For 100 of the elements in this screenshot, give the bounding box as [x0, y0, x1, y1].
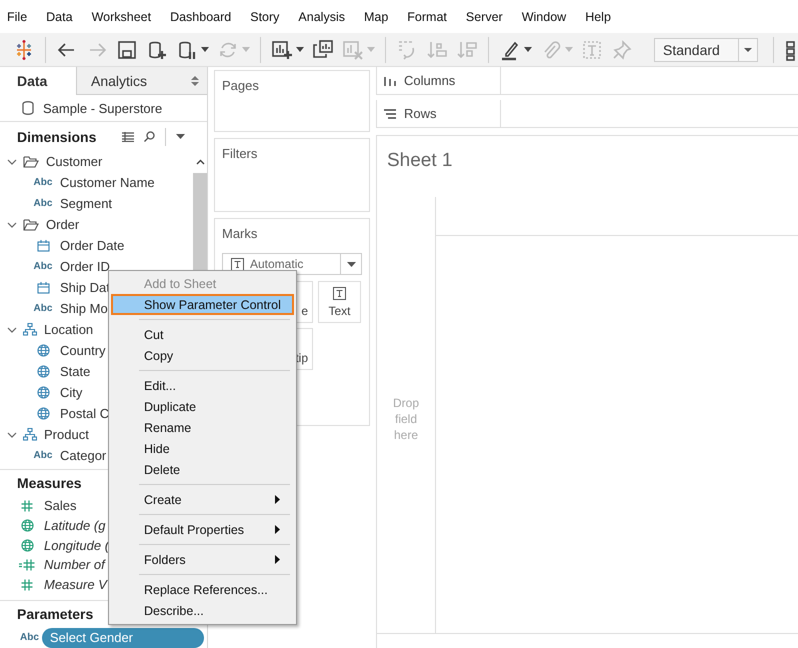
caret-icon: [367, 47, 375, 52]
chevron-icon[interactable]: [7, 156, 17, 166]
pin-icon: [611, 38, 633, 60]
menu-item[interactable]: Cut: [111, 324, 294, 345]
menu-item[interactable]: Describe...: [111, 600, 294, 621]
field-label: Postal C: [60, 406, 110, 421]
save-icon: [116, 38, 138, 60]
folder-row[interactable]: Order: [0, 214, 193, 235]
menu-item[interactable]: File: [0, 10, 34, 24]
database-plus-icon: [146, 38, 168, 60]
type-label: Abc: [34, 303, 52, 314]
calendar-icon: [36, 282, 50, 294]
fit-dropdown[interactable]: Standard: [654, 38, 758, 62]
field-label: Latitude (g: [44, 518, 106, 533]
hierarchy-icon: [23, 323, 37, 336]
type-label: Abc: [34, 198, 52, 209]
text-mark-icon: [333, 287, 346, 300]
field-label: Order Date: [60, 238, 124, 253]
menu-item[interactable]: Window: [514, 10, 574, 24]
field-label: Country: [60, 343, 106, 358]
rows-icon: [384, 108, 396, 118]
search-icon[interactable]: [144, 131, 156, 142]
globe-icon: [20, 519, 34, 532]
menu-item[interactable]: Copy: [111, 345, 294, 366]
folder-row[interactable]: Customer: [0, 151, 193, 172]
menu-item[interactable]: Data: [39, 10, 80, 24]
menu-item[interactable]: Replace References...: [111, 579, 294, 600]
card-title: Filters: [222, 146, 258, 161]
section-title: Parameters: [17, 606, 94, 622]
field-label: State: [60, 364, 90, 379]
database-pause-icon: [176, 38, 198, 60]
menu-item[interactable]: Dashboard: [163, 10, 238, 24]
menu-item[interactable]: Format: [400, 10, 454, 24]
field-row[interactable]: Abc Segment: [0, 193, 193, 214]
chevron-icon[interactable]: [7, 430, 17, 440]
folder-icon: [23, 218, 39, 230]
field-row[interactable]: Abc Customer Name: [0, 172, 193, 193]
menu-item[interactable]: Rename: [111, 417, 294, 438]
menu-item[interactable]: Show Parameter Control: [111, 294, 294, 315]
folder-label: Order: [46, 217, 80, 232]
label-box-icon: [581, 38, 603, 60]
globe-icon: [36, 386, 50, 399]
shelf-label: Rows: [404, 106, 437, 121]
field-label: Order ID: [60, 259, 110, 274]
caret-icon: [524, 47, 532, 52]
field-label: Segment: [60, 196, 112, 211]
caret-icon: [242, 47, 250, 52]
scroll-up-icon[interactable]: [196, 159, 204, 165]
field-label: Measure V: [44, 577, 107, 592]
menu-item[interactable]: Default Properties: [111, 519, 294, 540]
menu-item[interactable]: Create: [111, 489, 294, 510]
menu-item[interactable]: Story: [243, 10, 286, 24]
menu-item[interactable]: Folders: [111, 549, 294, 570]
drop-hint: Drop field here: [392, 395, 420, 443]
menu-item[interactable]: Worksheet: [84, 10, 158, 24]
up-down-icon[interactable]: [191, 76, 199, 86]
list-view-icon[interactable]: [122, 132, 134, 142]
folder-icon: [23, 156, 39, 168]
calculated-hash-icon: [19, 558, 35, 571]
menu-item[interactable]: Edit...: [111, 375, 294, 396]
pane-tab[interactable]: Analytics: [76, 67, 207, 95]
folder-label: Product: [44, 427, 89, 442]
folder-label: Customer: [46, 154, 102, 169]
hash-icon: [21, 500, 33, 512]
parameter-pill[interactable]: Select Gender: [42, 628, 204, 648]
columns-icon: [384, 76, 396, 86]
field-row[interactable]: Order Date: [0, 235, 193, 256]
chart-plus-icon: [271, 38, 293, 60]
field-label: Sales: [44, 498, 77, 514]
menu-item[interactable]: Hide: [111, 438, 294, 459]
menu-item[interactable]: Delete: [111, 459, 294, 480]
field-label: City: [60, 385, 82, 400]
marks-button[interactable]: Text: [318, 281, 361, 323]
menu-item[interactable]: Map: [356, 10, 396, 24]
calendar-icon: [36, 240, 50, 252]
caret-icon[interactable]: [176, 134, 186, 139]
globe-icon: [36, 365, 50, 378]
menu-item[interactable]: Help: [578, 10, 618, 24]
card-title: Marks: [222, 226, 258, 241]
caret-icon: [346, 262, 356, 266]
caret-icon: [296, 47, 304, 52]
caret-icon: [565, 47, 573, 52]
chevron-icon[interactable]: [7, 220, 17, 230]
menu-item[interactable]: Duplicate: [111, 396, 294, 417]
submenu-arrow-icon: [275, 525, 280, 534]
submenu-arrow-icon: [275, 555, 280, 564]
type-label: Abc: [34, 450, 52, 461]
card-title: Pages: [222, 78, 259, 93]
field-label: Categor: [60, 448, 106, 463]
caret-icon: [201, 47, 209, 52]
chevron-icon[interactable]: [7, 324, 17, 334]
globe-icon: [20, 538, 34, 552]
datasource-name[interactable]: Sample - Superstore: [43, 100, 162, 116]
globe-icon: [36, 344, 50, 357]
hierarchy-icon: [23, 428, 37, 441]
menu-item[interactable]: Server: [458, 10, 510, 24]
menu-item[interactable]: Analysis: [291, 10, 352, 24]
section-title: Dimensions: [17, 128, 96, 144]
type-label: Abc: [34, 261, 52, 272]
sheet-title: Sheet 1: [386, 149, 454, 173]
